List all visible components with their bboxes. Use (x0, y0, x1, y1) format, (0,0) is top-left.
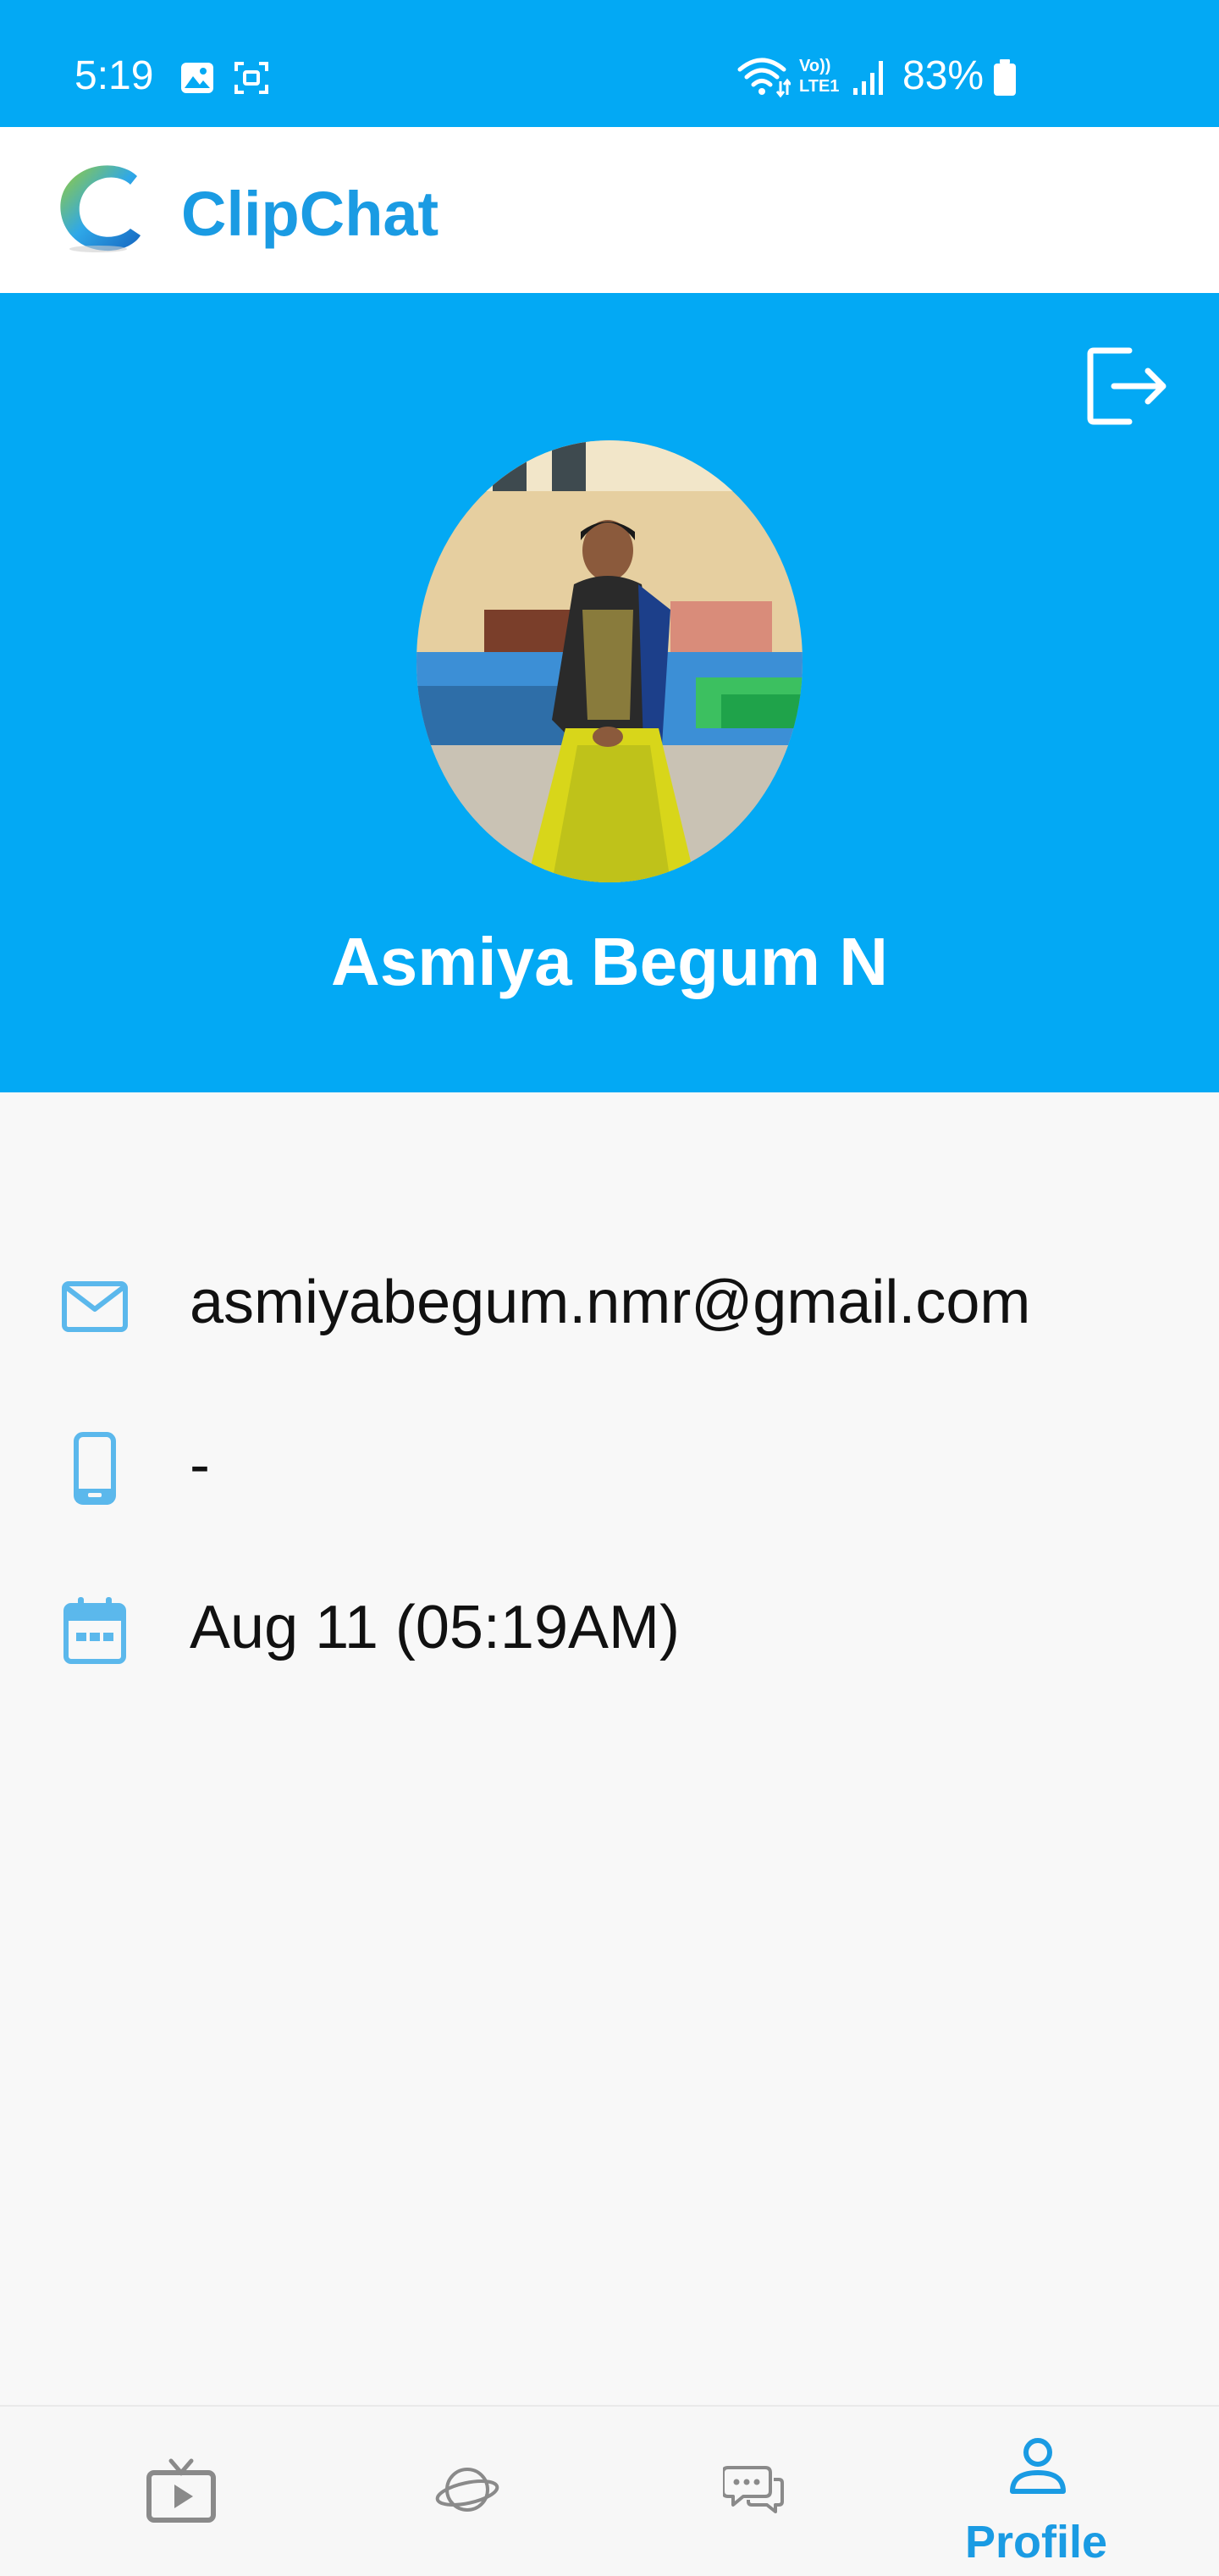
planet-icon (435, 2468, 499, 2512)
app-bar: ClipChat (0, 127, 1219, 293)
date-value: Aug 11 (05:19AM) (190, 1594, 680, 1661)
tv-play-icon (146, 2458, 216, 2523)
gallery-notification-icon (181, 63, 213, 93)
email-value: asmiyabegum.nmr@gmail.com (190, 1269, 1031, 1336)
nav-item-chats[interactable] (599, 2407, 904, 2576)
nav-item-videos[interactable] (29, 2407, 334, 2576)
battery-icon (994, 59, 1016, 96)
app-title: ClipChat (181, 179, 439, 249)
person-icon (1010, 2438, 1066, 2494)
profile-header: Asmiya Begum N (0, 293, 1219, 1092)
mail-icon (62, 1281, 128, 1332)
nav-item-explore[interactable] (315, 2407, 620, 2576)
signal-icon (853, 61, 883, 95)
bottom-nav: Profile (0, 2405, 1219, 2576)
nav-item-profile[interactable]: Profile (884, 2407, 1189, 2576)
chat-bubbles-icon (723, 2466, 784, 2513)
wifi-icon (737, 58, 791, 98)
nav-label-profile: Profile (964, 2517, 1108, 2568)
phone-icon (74, 1432, 116, 1505)
avatar[interactable] (416, 440, 803, 882)
volte-indicator: Vo)) LTE1 (799, 57, 840, 96)
clipchat-logo-icon (60, 165, 141, 252)
battery-percentage: 83% (902, 53, 985, 98)
phone-value: - (190, 1431, 210, 1499)
logout-icon[interactable] (1085, 345, 1170, 427)
profile-name: Asmiya Begum N (331, 924, 888, 999)
date-row: Aug 11 (05:19AM) (0, 1575, 1219, 1677)
screenshot-notification-icon (234, 62, 268, 94)
email-row: asmiyabegum.nmr@gmail.com (0, 1250, 1219, 1352)
status-bar: 5:19 Vo)) LTE1 83% (0, 0, 1219, 127)
phone-row: - (0, 1412, 1219, 1514)
status-time: 5:19 (74, 53, 154, 98)
calendar-icon (63, 1597, 126, 1664)
